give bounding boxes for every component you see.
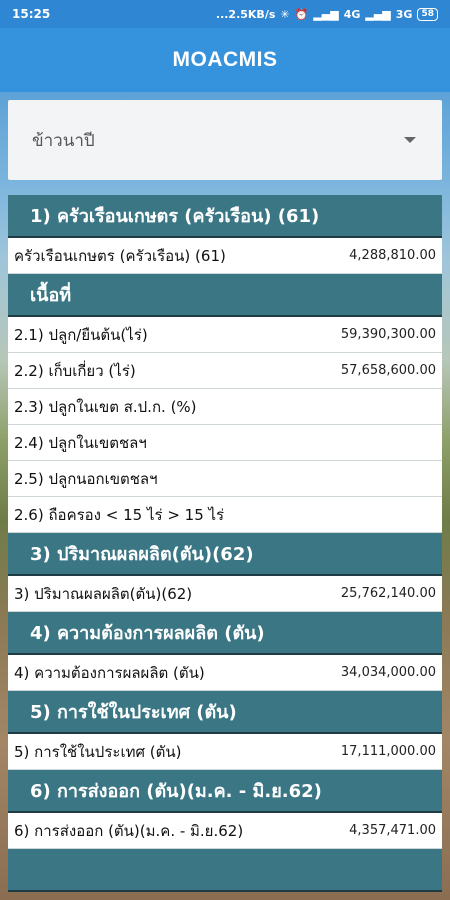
row-label: 6) การส่งออก (ตัน)(ม.ค. - มิ.ย.62) (14, 821, 244, 840)
row-value: 34,034,000.00 (340, 665, 436, 680)
row-value: 17,111,000.00 (340, 744, 436, 759)
row-label: 5) การใช้ในประเทศ (ตัน) (14, 742, 182, 761)
row-label: 2.6) ถือครอง < 15 ไร่ > 15 ไร่ (14, 505, 225, 524)
crop-select-dropdown[interactable]: ข้าวนาปี (8, 100, 442, 180)
app-bar: MOACMIS (0, 28, 450, 92)
dropdown-selected-value: ข้าวนาปี (32, 130, 95, 151)
signal-icon-2: ▂▄▆ (365, 7, 391, 21)
bluetooth-icon: ✳ (280, 7, 290, 21)
list-item: 3) ปริมาณผลผลิต(ตัน)(62) 25,762,140.00 (8, 576, 442, 612)
network-speed: ...2.5KB/s (215, 7, 276, 21)
row-label: 2.5) ปลูกนอกเขตชลฯ (14, 469, 158, 488)
section-header-domestic-use: 5) การใช้ในประเทศ (ตัน) (8, 691, 442, 734)
list-item: 2.5) ปลูกนอกเขตชลฯ (8, 461, 442, 497)
status-bar: 15:25 ...2.5KB/s ✳ ⏰ ▂▄▆ 4G ▂▄▆ 3G 58 (0, 0, 450, 28)
alarm-icon: ⏰ (294, 7, 309, 21)
row-value: 57,658,600.00 (340, 363, 436, 378)
row-value: 4,357,471.00 (349, 823, 436, 838)
row-label: 4) ความต้องการผลผลิต (ตัน) (14, 663, 205, 682)
signal-icon: ▂▄▆ (313, 7, 339, 21)
section-header-next-partial (8, 849, 442, 892)
row-label: 3) ปริมาณผลผลิต(ตัน)(62) (14, 584, 193, 603)
chevron-down-icon (404, 137, 416, 143)
row-value: 25,762,140.00 (340, 586, 436, 601)
row-value: 4,288,810.00 (349, 248, 436, 263)
row-label: 2.4) ปลูกในเขตชลฯ (14, 433, 147, 452)
data-list[interactable]: 1) ครัวเรือนเกษตร (ครัวเรือน) (61) ครัวเ… (8, 195, 442, 900)
list-item: 2.4) ปลูกในเขตชลฯ (8, 425, 442, 461)
section-header-demand: 4) ความต้องการผลผลิต (ตัน) (8, 612, 442, 655)
list-item: 4) ความต้องการผลผลิต (ตัน) 34,034,000.00 (8, 655, 442, 691)
row-value: 59,390,300.00 (340, 327, 436, 342)
signal-3g-label: 3G (395, 7, 413, 21)
status-indicators: ...2.5KB/s ✳ ⏰ ▂▄▆ 4G ▂▄▆ 3G 58 (215, 7, 438, 21)
row-label: 2.3) ปลูกในเขต ส.ป.ก. (%) (14, 397, 197, 416)
signal-4g-label: 4G (343, 7, 361, 21)
battery-icon: 58 (417, 7, 438, 21)
section-header-area: เนื้อที่ (8, 274, 442, 317)
list-item: ครัวเรือนเกษตร (ครัวเรือน) (61) 4,288,81… (8, 238, 442, 274)
list-item: 2.2) เก็บเกี่ยว (ไร่) 57,658,600.00 (8, 353, 442, 389)
list-item: 5) การใช้ในประเทศ (ตัน) 17,111,000.00 (8, 734, 442, 770)
app-title: MOACMIS (172, 48, 278, 71)
status-time: 15:25 (12, 7, 51, 21)
list-item: 2.6) ถือครอง < 15 ไร่ > 15 ไร่ (8, 497, 442, 533)
row-label: 2.2) เก็บเกี่ยว (ไร่) (14, 361, 136, 380)
row-label: 2.1) ปลูก/ยืนต้น(ไร่) (14, 325, 148, 344)
list-item: 2.1) ปลูก/ยืนต้น(ไร่) 59,390,300.00 (8, 317, 442, 353)
section-header-households: 1) ครัวเรือนเกษตร (ครัวเรือน) (61) (8, 195, 442, 238)
section-header-production: 3) ปริมาณผลผลิต(ตัน)(62) (8, 533, 442, 576)
list-item: 2.3) ปลูกในเขต ส.ป.ก. (%) (8, 389, 442, 425)
section-header-export: 6) การส่งออก (ตัน)(ม.ค. - มิ.ย.62) (8, 770, 442, 813)
list-item: 6) การส่งออก (ตัน)(ม.ค. - มิ.ย.62) 4,357… (8, 813, 442, 849)
row-label: ครัวเรือนเกษตร (ครัวเรือน) (61) (14, 246, 226, 265)
